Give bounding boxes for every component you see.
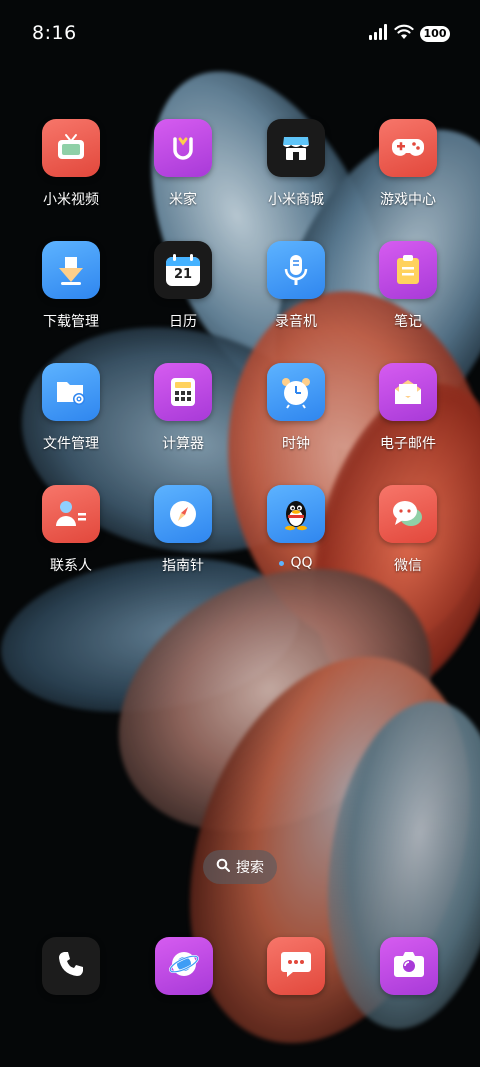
app-label: QQ [240, 555, 352, 571]
app-file-manager[interactable]: 文件管理 [15, 363, 127, 453]
app-label: 微信 [394, 558, 422, 574]
app-clock[interactable]: 时钟 [240, 363, 352, 453]
app-qq[interactable]: QQ [240, 485, 352, 571]
store-icon [267, 119, 325, 177]
app-label: 小米商城 [268, 192, 324, 208]
alarm-clock-icon [267, 363, 325, 421]
mijia-icon [154, 119, 212, 177]
new-install-dot [279, 560, 285, 566]
wifi-icon [394, 24, 414, 44]
app-xiaomi-video[interactable]: 小米视频 [15, 119, 127, 209]
calendar-date: 21 [173, 267, 193, 282]
calculator-icon [154, 363, 212, 421]
search-label: 搜索 [236, 860, 264, 876]
qq-penguin-icon [267, 485, 325, 543]
app-label: 联系人 [50, 558, 92, 574]
app-label: 日历 [169, 314, 197, 330]
search-button[interactable]: 搜索 [203, 850, 277, 884]
app-compass[interactable]: 指南针 [127, 485, 239, 575]
notes-icon [379, 241, 437, 299]
app-wechat[interactable]: 微信 [352, 485, 464, 575]
compass-icon [154, 485, 212, 543]
search-icon [216, 858, 230, 876]
app-recorder[interactable]: 录音机 [240, 241, 352, 331]
app-download-manager[interactable]: 下载管理 [15, 241, 127, 331]
app-xiaomi-store[interactable]: 小米商城 [240, 119, 352, 209]
tv-icon [42, 119, 100, 177]
app-label: 录音机 [275, 314, 317, 330]
app-label: 指南针 [162, 558, 204, 574]
status-icons: 100 [368, 24, 450, 44]
folder-icon [42, 363, 100, 421]
phone-icon [56, 949, 86, 983]
app-contacts[interactable]: 联系人 [15, 485, 127, 575]
app-calculator[interactable]: 计算器 [127, 363, 239, 453]
app-email[interactable]: 电子邮件 [352, 363, 464, 453]
app-label: 游戏中心 [380, 192, 436, 208]
mail-icon [379, 363, 437, 421]
app-label-text: QQ [290, 555, 313, 571]
home-screen: 8:16 100 小米视频 米家 小米商城 游戏中心 下载管理 21 日历 录音… [0, 0, 480, 1067]
download-icon [42, 241, 100, 299]
app-mijia[interactable]: 米家 [127, 119, 239, 209]
camera-icon [393, 950, 425, 982]
status-bar: 8:16 100 [0, 0, 480, 68]
app-label: 文件管理 [43, 436, 99, 452]
app-notes[interactable]: 笔记 [352, 241, 464, 331]
dock-phone[interactable] [42, 937, 100, 995]
app-label: 时钟 [282, 436, 310, 452]
app-label: 计算器 [162, 436, 204, 452]
dock-camera[interactable] [380, 937, 438, 995]
dock-messages[interactable] [267, 937, 325, 995]
battery-indicator: 100 [420, 26, 450, 42]
app-label: 笔记 [394, 314, 422, 330]
app-label: 米家 [169, 192, 197, 208]
app-calendar[interactable]: 21 日历 [127, 241, 239, 331]
gamepad-icon [379, 119, 437, 177]
messages-icon [279, 949, 313, 983]
status-time: 8:16 [32, 22, 77, 44]
calendar-icon: 21 [154, 241, 212, 299]
contacts-icon [42, 485, 100, 543]
microphone-icon [267, 241, 325, 299]
wechat-icon [379, 485, 437, 543]
dock-browser[interactable] [155, 937, 213, 995]
browser-icon [167, 947, 201, 985]
app-label: 电子邮件 [380, 436, 436, 452]
app-game-center[interactable]: 游戏中心 [352, 119, 464, 209]
app-label: 小米视频 [43, 192, 99, 208]
app-label: 下载管理 [43, 314, 99, 330]
signal-icon [368, 24, 388, 44]
